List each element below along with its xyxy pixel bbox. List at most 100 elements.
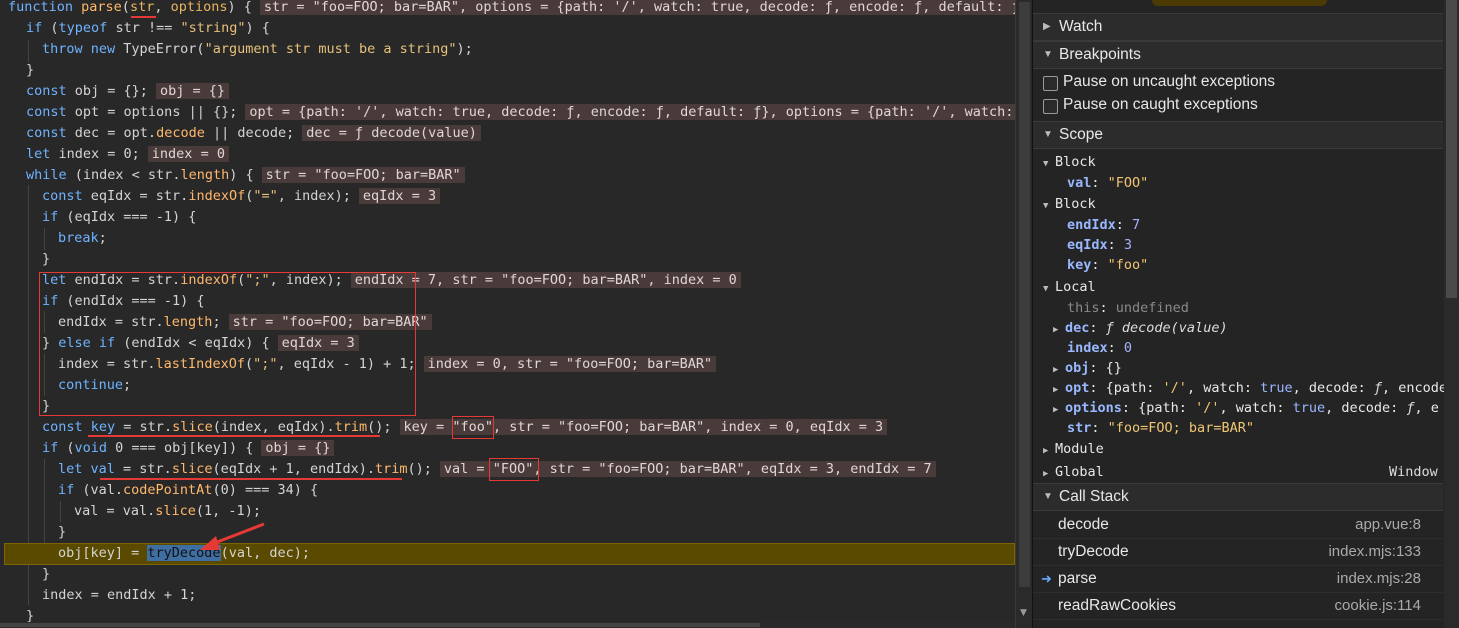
chevron-right-icon[interactable]: ▶ [1053, 320, 1065, 340]
code-line[interactable]: const eqIdx = str.indexOf("=", index); eq… [42, 186, 441, 207]
chevron-right-icon[interactable]: ▶ [1053, 380, 1065, 400]
inline-value-hint: dec = ƒ decode(value) [302, 125, 481, 141]
scope-row[interactable]: index: 0 [1067, 338, 1132, 358]
scope-text: '/' [1162, 380, 1187, 396]
frame-location[interactable]: index.mjs:28 [1337, 565, 1421, 592]
scope-row[interactable]: ▼ Block [1043, 194, 1096, 214]
code-token: const [42, 188, 91, 204]
chevron-right-icon[interactable]: ▶ [1043, 441, 1055, 461]
scope-row[interactable]: ▶ Module [1043, 439, 1104, 459]
scope-section-header[interactable]: ▼ Scope [1033, 121, 1443, 149]
code-line[interactable]: let index = 0; index = 0 [26, 144, 229, 165]
scope-row[interactable]: eqIdx: 3 [1067, 235, 1132, 255]
annotation-box [39, 272, 416, 416]
frame-location[interactable]: cookie.js:114 [1335, 592, 1421, 619]
code-token: ( [66, 440, 75, 456]
chevron-down-icon[interactable]: ▼ [1043, 279, 1055, 299]
scope-row[interactable]: ▼ Block [1043, 152, 1096, 172]
scope-row[interactable]: ▶ obj: {} [1053, 358, 1122, 378]
watch-section-header[interactable]: ▶ Watch [1033, 13, 1443, 41]
scroll-thumb[interactable] [0, 623, 760, 627]
frame-location[interactable]: index.mjs:133 [1328, 538, 1421, 565]
code-line[interactable]: obj[key] = tryDecode(val, dec); [58, 543, 310, 564]
chevron-right-icon[interactable]: ▶ [1043, 464, 1055, 484]
code-token: break [58, 230, 99, 246]
call-stack-frame[interactable]: ➜ parse index.mjs:28 [1033, 565, 1443, 593]
scope-text: str [1067, 420, 1092, 436]
breakpoints-section-header[interactable]: ▼ Breakpoints [1033, 41, 1443, 69]
code-line[interactable]: } [42, 564, 50, 585]
chevron-down-icon: ▼ [1043, 49, 1053, 60]
inline-value-hint: opt = {path: '/', watch: true, decode: ƒ… [245, 104, 1015, 120]
pause-caught-label[interactable]: Pause on caught exceptions [1063, 96, 1258, 114]
scope-text: : {path: [1121, 400, 1196, 416]
scroll-down-icon[interactable]: ▼ [1020, 608, 1027, 618]
code-token: ) { [245, 20, 270, 36]
scope-row[interactable]: str: "foo=FOO; bar=BAR" [1067, 418, 1254, 438]
code-token: key [90, 419, 116, 435]
scope-text: , decode: [1325, 400, 1407, 416]
watch-label: Watch [1059, 18, 1103, 35]
scope-text: opt [1065, 380, 1090, 396]
code-editor[interactable]: function parse(str, options) {str = "foo… [0, 0, 1015, 628]
scope-row[interactable]: ▶ opt: {path: '/', watch: true, decode: ƒ… [1053, 378, 1447, 398]
scope-text: , decode: [1292, 380, 1374, 396]
scope-row[interactable]: ▼ Local [1043, 277, 1096, 297]
scope-row[interactable]: ▶ Global [1043, 462, 1104, 482]
chevron-down-icon[interactable]: ▼ [1043, 154, 1055, 174]
code-token: } [58, 524, 67, 540]
call-stack-frame[interactable]: tryDecode index.mjs:133 [1033, 538, 1443, 566]
chevron-right-icon[interactable]: ▶ [1053, 400, 1065, 420]
code-token: (); [367, 419, 392, 435]
code-line[interactable]: } [42, 249, 50, 270]
code-token: , [154, 0, 171, 15]
panel-scrollbar[interactable] [1444, 0, 1459, 628]
pause-caught-checkbox[interactable] [1043, 99, 1058, 114]
scope-text: Block [1055, 196, 1096, 212]
chevron-down-icon[interactable]: ▼ [1043, 196, 1055, 216]
pause-uncaught-label[interactable]: Pause on uncaught exceptions [1063, 73, 1275, 91]
scope-row[interactable]: key: "foo" [1067, 255, 1148, 275]
code-line[interactable]: const opt = options || {}; opt = {path: '… [26, 102, 1015, 123]
pause-uncaught-checkbox[interactable] [1043, 76, 1058, 91]
chevron-right-icon[interactable]: ▶ [1053, 360, 1065, 380]
code-line[interactable]: if (val.codePointAt(0) === 34) { [58, 480, 318, 501]
code-line[interactable]: index = endIdx + 1; [42, 585, 196, 606]
inline-value-hint: str = "foo=FOO; bar=BAR" [261, 167, 465, 183]
horizontal-scrollbar[interactable] [0, 622, 1015, 628]
inline-value-hint: index = 0 [147, 146, 229, 162]
code-line[interactable]: throw new TypeError("argument str must b… [42, 39, 473, 60]
scope-row[interactable]: endIdx: 7 [1067, 215, 1140, 235]
scope-text: Block [1055, 154, 1096, 170]
scope-text: : [1091, 175, 1108, 191]
scroll-thumb[interactable] [1446, 0, 1457, 298]
scope-row[interactable]: ▶ dec: ƒ decode(value) [1053, 318, 1228, 338]
code-line[interactable]: const obj = {}; obj = {} [26, 81, 229, 102]
code-line[interactable]: if (eqIdx === -1) { [42, 207, 196, 228]
call-stack-frame[interactable]: readRawCookies cookie.js:114 [1033, 592, 1443, 620]
indent-guide [28, 40, 29, 62]
code-line[interactable]: while (index < str.length) {str = "foo=F… [26, 165, 465, 186]
code-line[interactable]: function parse(str, options) {str = "foo… [8, 0, 1015, 18]
frame-location[interactable]: app.vue:8 [1355, 511, 1421, 538]
scope-row[interactable]: val: "FOO" [1067, 173, 1148, 193]
call-stack-section-header[interactable]: ▼ Call Stack [1033, 483, 1443, 511]
scope-row[interactable]: ▶ options: {path: '/', watch: true, decod… [1053, 398, 1439, 418]
code-line[interactable]: } [58, 522, 66, 543]
code-line[interactable]: const dec = opt.decode || decode; dec = ƒ… [26, 123, 481, 144]
code-line[interactable]: break; [58, 228, 107, 249]
code-token: str !== [107, 20, 181, 36]
code-line[interactable]: if (void 0 === obj[key]) {obj = {} [42, 438, 335, 459]
call-stack-frame[interactable]: decode app.vue:8 [1033, 511, 1443, 539]
scroll-thumb[interactable] [1019, 2, 1030, 587]
scope-row[interactable]: this: undefined [1067, 298, 1189, 318]
inline-value-hint: eqIdx = 3 [358, 188, 441, 204]
code-token: val = val. [74, 503, 156, 519]
code-token: (); [407, 461, 432, 477]
code-line[interactable]: } [26, 60, 34, 81]
inline-value-hint: str = "foo=FOO; bar=BAR", options = {pat… [259, 0, 1015, 15]
scope-text: 0 [1123, 340, 1133, 356]
code-token: dec = opt. [74, 125, 157, 141]
code-line[interactable]: if (typeof str !== "string") { [26, 18, 270, 39]
editor-vertical-scrollbar[interactable]: ▼ [1015, 0, 1033, 628]
